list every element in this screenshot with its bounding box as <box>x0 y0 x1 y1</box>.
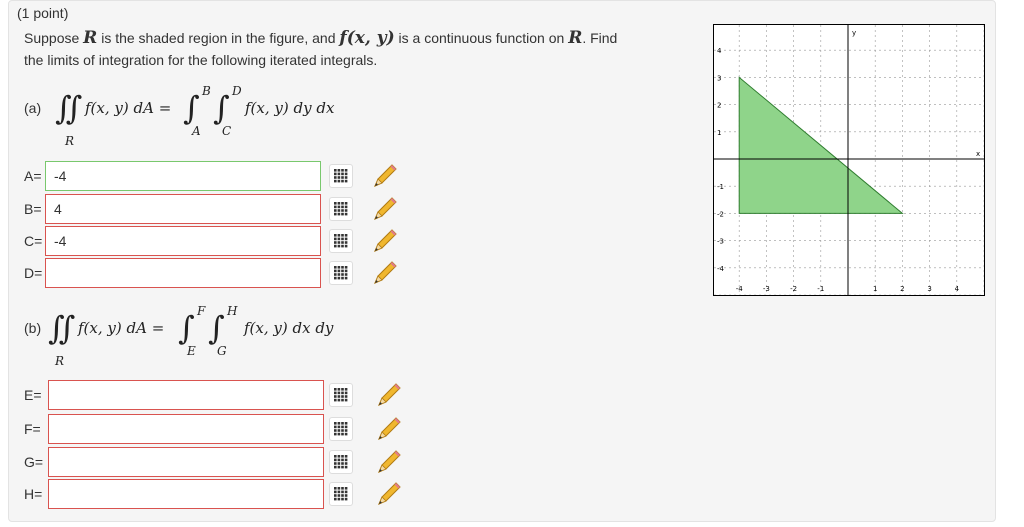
region-plot: -4 -3 -2 -1 1 2 3 4 4 3 2 1 -1 -2 -3 -4 x y <box>711 22 985 296</box>
limit-G: G <box>217 344 227 358</box>
part-b-label: (b) <box>24 320 42 336</box>
inner-integral-sign: ∫ <box>213 89 230 127</box>
answer-input[interactable] <box>48 380 324 410</box>
limit-D: D <box>232 84 242 98</box>
grid-icon[interactable] <box>329 261 353 285</box>
inner-integral-sign: ∫ <box>208 309 225 347</box>
problem-statement: Suppose R is the shaded region in the fi… <box>24 28 618 68</box>
limit-B: B <box>202 84 211 98</box>
grid-icon[interactable] <box>329 383 353 407</box>
x-tick-label: -1 <box>817 285 824 293</box>
pencil-icon[interactable] <box>371 162 399 190</box>
grid-icon[interactable] <box>329 417 353 441</box>
pencil-icon[interactable] <box>371 227 399 255</box>
region-subscript: R <box>65 134 75 148</box>
x-tick-label: 2 <box>900 285 904 293</box>
answer-input[interactable] <box>48 479 324 509</box>
pencil-icon[interactable] <box>375 415 403 443</box>
y-tick-label: 3 <box>717 74 721 82</box>
rhs-integrand: f(x, y) dy dx <box>245 99 335 117</box>
limit-E: E <box>187 344 196 358</box>
y-tick-label: -4 <box>717 265 725 273</box>
limit-C: C <box>222 124 232 138</box>
part-a-label: (a) <box>24 100 42 116</box>
y-tick-label: 1 <box>717 129 721 137</box>
limit-A: A <box>192 124 201 138</box>
y-tick-label: 2 <box>717 102 721 110</box>
outer-integral-sign: ∫ <box>183 89 200 127</box>
pencil-icon[interactable] <box>375 448 403 476</box>
lhs-integrand: f(x, y) dA = <box>78 319 165 337</box>
y-tick-label: -2 <box>717 210 724 218</box>
outer-integral-sign: ∫ <box>178 309 195 347</box>
region-subscript: R <box>55 354 65 368</box>
answer-input[interactable] <box>45 258 321 288</box>
answer-label: F= <box>24 421 41 437</box>
y-tick-label: -3 <box>717 238 724 246</box>
y-tick-label: -1 <box>717 183 724 191</box>
answer-label: G= <box>24 454 44 470</box>
x-tick-label: 3 <box>927 285 931 293</box>
pencil-icon[interactable] <box>375 381 403 409</box>
pencil-icon[interactable] <box>375 480 403 508</box>
double-integral-sign: ∬ <box>48 309 76 347</box>
answer-label: E= <box>24 387 42 403</box>
grid-icon[interactable] <box>329 229 353 253</box>
y-axis-label: y <box>852 29 856 37</box>
pencil-icon[interactable] <box>371 195 399 223</box>
answer-input[interactable]: -4 <box>45 226 321 256</box>
answer-input[interactable]: -4 <box>45 161 321 191</box>
answer-input[interactable] <box>48 447 324 477</box>
rhs-integrand: f(x, y) dx dy <box>244 319 334 337</box>
grid-icon[interactable] <box>329 450 353 474</box>
x-axis-label: x <box>976 150 980 158</box>
double-integral-sign: ∬ <box>55 89 83 127</box>
answer-input[interactable]: 4 <box>45 194 321 224</box>
shaded-region <box>738 76 904 214</box>
y-tick-label: 4 <box>717 47 722 55</box>
answer-input[interactable] <box>48 414 324 444</box>
pencil-icon[interactable] <box>371 259 399 287</box>
x-tick-label: -4 <box>736 285 744 293</box>
grid-icon[interactable] <box>329 197 353 221</box>
x-tick-label: -2 <box>790 285 797 293</box>
answer-label: H= <box>24 486 43 502</box>
region-figure: -4 -3 -2 -1 1 2 3 4 4 3 2 1 -1 -2 -3 -4 x y <box>711 22 985 296</box>
limit-F: F <box>197 304 206 318</box>
grid-icon[interactable] <box>329 164 353 188</box>
x-tick-label: -3 <box>763 285 770 293</box>
limit-H: H <box>227 304 238 318</box>
grid-icon[interactable] <box>329 482 353 506</box>
x-tick-label: 1 <box>873 285 877 293</box>
lhs-integrand: f(x, y) dA = <box>85 99 172 117</box>
x-tick-label: 4 <box>955 285 960 293</box>
points-label: (1 point) <box>17 5 69 21</box>
